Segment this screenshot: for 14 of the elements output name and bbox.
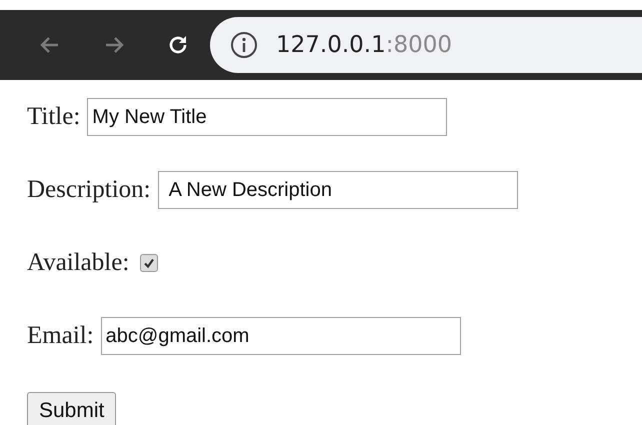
input-field[interactable]: abc@gmail.com	[100, 317, 461, 355]
url-host: 127.0.0.1	[276, 32, 386, 58]
input-field[interactable]: A New Description	[158, 171, 518, 209]
submit-button[interactable]: Submit	[27, 392, 116, 425]
field-label: Email:	[27, 322, 94, 350]
field-label: Description:	[27, 176, 151, 204]
checkbox[interactable]	[140, 254, 158, 272]
input-field[interactable]: My New Title	[87, 98, 448, 136]
url-port: :8000	[386, 32, 452, 58]
field-label: Available:	[27, 249, 130, 277]
field-label: Title:	[27, 103, 80, 131]
info-icon[interactable]	[230, 31, 258, 59]
check-icon	[143, 257, 156, 269]
address-bar[interactable]: 127.0.0.1:8000	[210, 17, 642, 73]
